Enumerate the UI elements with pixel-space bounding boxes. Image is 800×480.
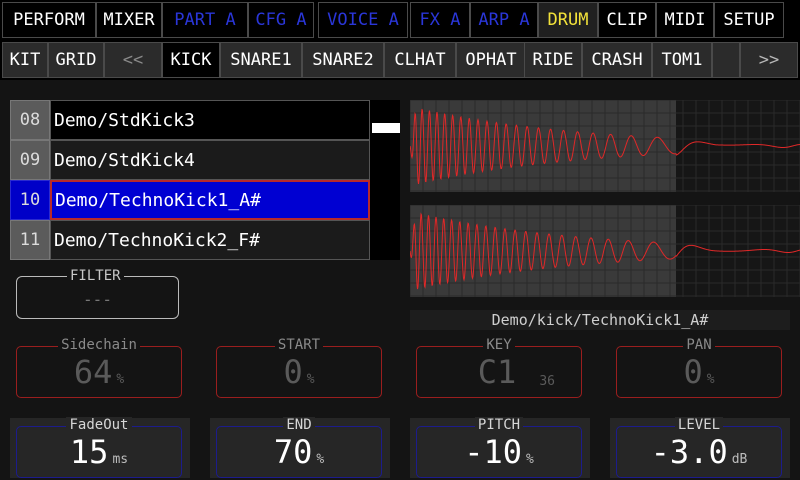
- tab-clip[interactable]: CLIP: [598, 2, 656, 38]
- param-value: 0%: [217, 353, 381, 391]
- tab-arp-a[interactable]: ARP A: [470, 2, 538, 38]
- tab-kit[interactable]: KIT: [2, 42, 48, 78]
- tab-tom1[interactable]: TOM1: [652, 42, 712, 78]
- param-sidechain-knob[interactable]: Sidechain 64%: [16, 337, 182, 398]
- sample-list-item[interactable]: 08 Demo/StdKick3: [10, 100, 370, 140]
- param-unit: %: [525, 452, 534, 467]
- param-value-text: 15: [69, 433, 109, 471]
- param-label: FadeOut: [17, 417, 181, 433]
- tab-grid[interactable]: GRID: [48, 42, 104, 78]
- param-value-text: 0: [683, 353, 703, 391]
- tab-kick[interactable]: KICK: [162, 42, 220, 78]
- tab-snare1[interactable]: SNARE1: [220, 42, 302, 78]
- tab-clhat[interactable]: CLHAT: [384, 42, 456, 78]
- param-value: C1: [417, 353, 581, 391]
- param-label: PAN: [617, 337, 781, 353]
- sample-name: Demo/TechnoKick1_A#: [50, 180, 370, 220]
- tab-voice-a[interactable]: VOICE A: [318, 2, 408, 38]
- param-value-text: C1: [477, 353, 517, 391]
- sample-name: Demo/StdKick3: [50, 100, 370, 140]
- param-label-text: FadeOut: [66, 417, 132, 433]
- tab-empty[interactable]: [712, 42, 740, 78]
- param-unit: %: [306, 372, 315, 387]
- tab-fx-a[interactable]: FX A: [410, 2, 470, 38]
- param-label: PITCH: [417, 417, 581, 433]
- tab-ophat[interactable]: OPHAT: [456, 42, 526, 78]
- param-unit: %: [706, 372, 715, 387]
- param-level-knob[interactable]: LEVEL -3.0 dB: [616, 417, 782, 478]
- param-value: -10%: [417, 433, 581, 471]
- param-pitch-knob[interactable]: PITCH -10%: [416, 417, 582, 478]
- param-value: 70%: [217, 433, 381, 471]
- scrollbar-thumb[interactable]: [372, 123, 400, 133]
- param-fadeout-knob[interactable]: FadeOut 15 ms: [16, 417, 182, 478]
- param-label-text: START: [274, 337, 324, 353]
- param-label: Sidechain: [17, 337, 181, 353]
- drum-tab-bar: KIT GRID << KICK SNARE1 SNARE2 CLHAT OPHAT RIDE C…: [0, 40, 800, 80]
- tab-snare2[interactable]: SNARE2: [302, 42, 384, 78]
- param-label: KEY: [417, 337, 581, 353]
- param-key-knob[interactable]: KEY C1 36: [416, 337, 582, 398]
- param-label-text: KEY: [483, 337, 515, 353]
- param-value: 64%: [17, 353, 181, 391]
- param-label-text: PITCH: [474, 417, 524, 433]
- waveform-left: [410, 100, 800, 192]
- param-value: 15 ms: [17, 433, 181, 471]
- param-value: 0%: [617, 353, 781, 391]
- filter-label: FILTER: [67, 268, 124, 284]
- main-tab-bar: PERFORM MIXER PART A CFG A VOICE A FX A ARP AD…: [0, 0, 800, 40]
- param-value-text: 64: [73, 353, 113, 391]
- tab-cfg-a[interactable]: CFG A: [248, 2, 314, 38]
- param-end-knob[interactable]: END 70%: [216, 417, 382, 478]
- param-unit: dB: [731, 452, 748, 467]
- filter-field[interactable]: FILTER ---: [16, 268, 179, 319]
- param-start-knob[interactable]: START 0%: [216, 337, 382, 398]
- sample-number: 11: [10, 220, 50, 260]
- filter-value: ---: [83, 290, 112, 309]
- tab-setup[interactable]: SETUP: [714, 2, 784, 38]
- sample-name: Demo/TechnoKick2_F#: [50, 220, 370, 260]
- tab-midi[interactable]: MIDI: [656, 2, 714, 38]
- param-value-text: -10: [464, 433, 522, 471]
- param-label: LEVEL: [617, 417, 781, 433]
- param-label: END: [217, 417, 381, 433]
- sample-number: 10: [10, 180, 50, 220]
- sample-name: Demo/StdKick4: [50, 140, 370, 180]
- sample-list-item[interactable]: 09 Demo/StdKick4: [10, 140, 370, 180]
- param-unit: %: [116, 372, 125, 387]
- param-label-text: PAN: [683, 337, 715, 353]
- param-value-text: 0: [283, 353, 303, 391]
- param-value: -3.0 dB: [617, 433, 781, 471]
- param-value-text: 70: [273, 433, 313, 471]
- param-value-text: -3.0: [650, 433, 728, 471]
- param-unit: ms: [112, 452, 129, 467]
- param-pan-knob[interactable]: PAN 0%: [616, 337, 782, 398]
- sample-number: 09: [10, 140, 50, 180]
- sample-path-label: Demo/kick/TechnoKick1_A#: [410, 310, 790, 330]
- tab-part-a[interactable]: PART A: [162, 2, 248, 38]
- sample-list-item[interactable]: 11 Demo/TechnoKick2_F#: [10, 220, 370, 260]
- prev-page-button[interactable]: <<: [104, 42, 162, 78]
- param-label-text: END: [283, 417, 315, 433]
- tab-perform[interactable]: PERFORM: [2, 2, 96, 38]
- param-unit: %: [316, 452, 325, 467]
- sample-number: 08: [10, 100, 50, 140]
- waveform-right: [410, 205, 800, 297]
- tab-drum[interactable]: DRUM: [538, 2, 598, 38]
- tab-mixer[interactable]: MIXER: [96, 2, 162, 38]
- sample-list-scrollbar[interactable]: [370, 100, 400, 260]
- param-label-text: LEVEL: [674, 417, 724, 433]
- next-page-button[interactable]: >>: [740, 42, 798, 78]
- param-label-text: Sidechain: [58, 337, 140, 353]
- param-midi-note: 36: [539, 374, 555, 389]
- sample-list-item[interactable]: 10 Demo/TechnoKick1_A#: [10, 180, 370, 220]
- param-label: START: [217, 337, 381, 353]
- tab-ride[interactable]: RIDE: [524, 42, 582, 78]
- tab-crash[interactable]: CRASH: [582, 42, 652, 78]
